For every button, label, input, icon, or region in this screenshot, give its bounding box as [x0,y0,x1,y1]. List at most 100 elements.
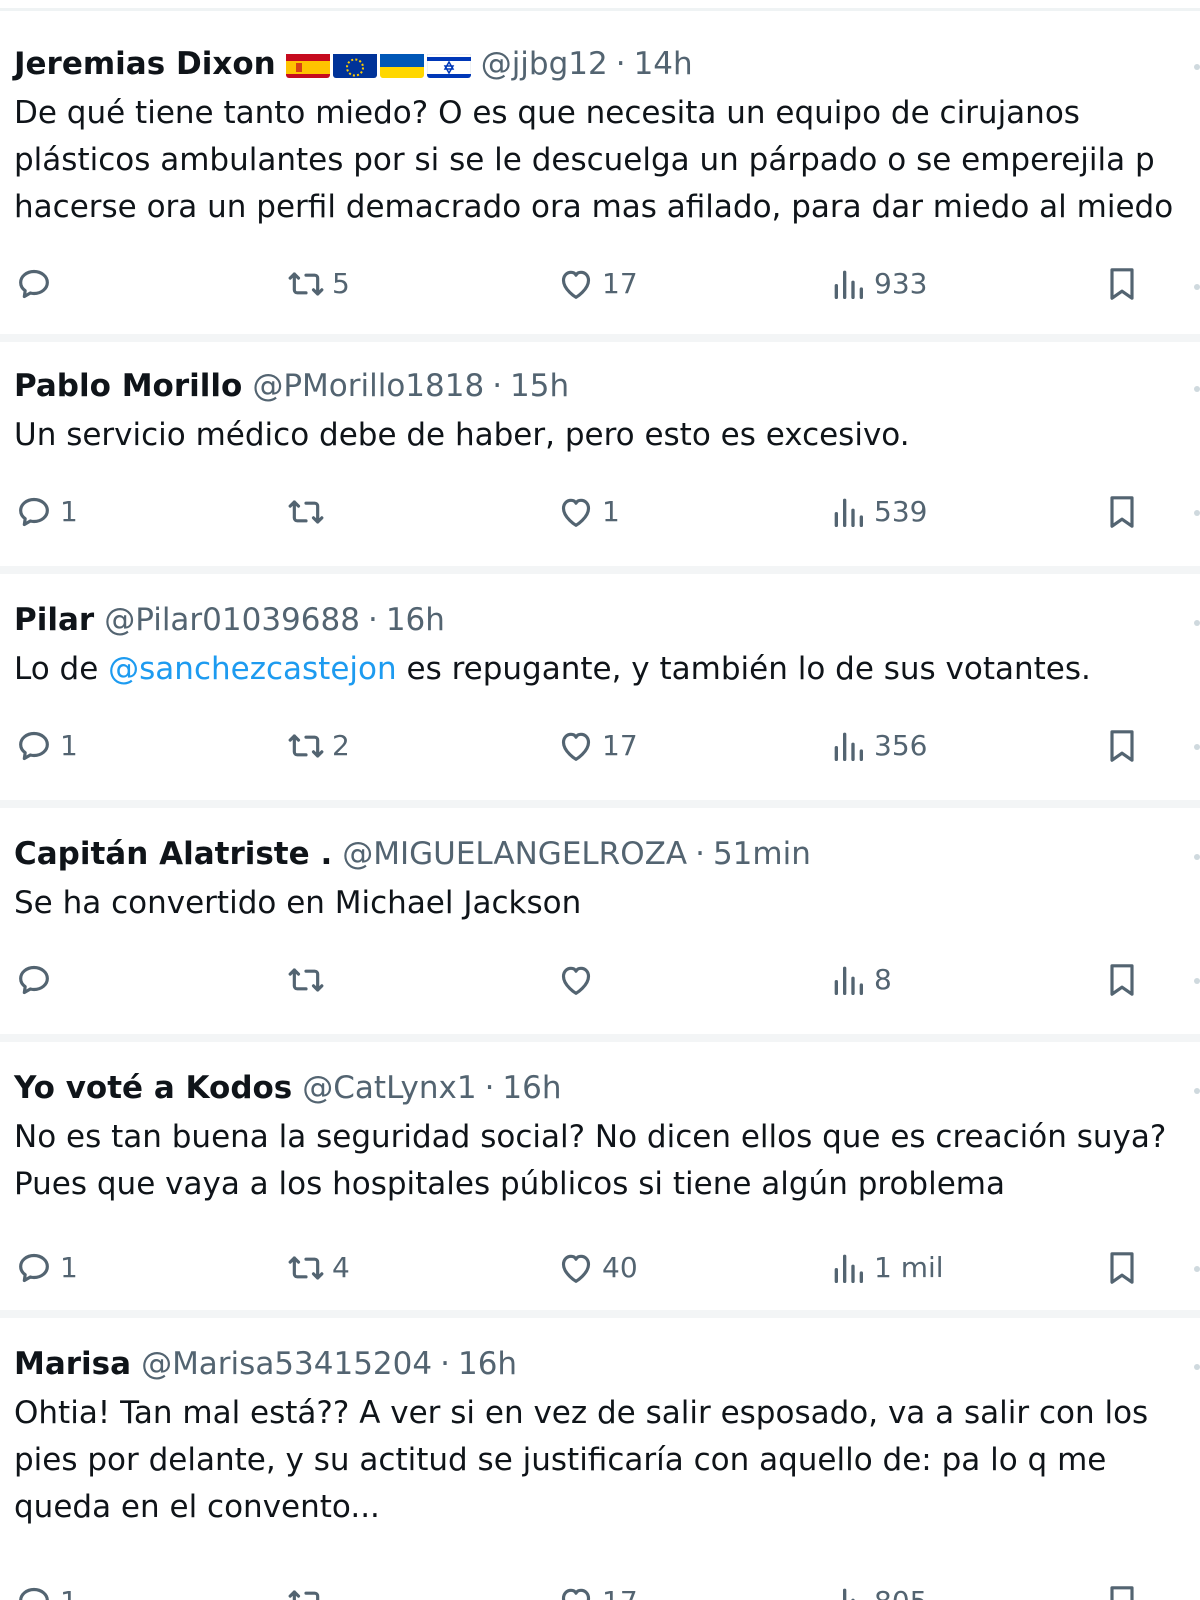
tweet-text-line: Pues que vaya a los hospitales públicos … [14,1166,1005,1202]
bookmark-icon [1110,730,1134,762]
retweet-icon [288,968,324,992]
retweet-button[interactable]: 4 [286,1244,350,1292]
more-indicator [1194,386,1200,392]
like-button[interactable]: 1 [556,488,620,536]
like-button[interactable]: 40 [556,1244,638,1292]
tweet-capitan-alatriste[interactable]: Capitán Alatriste . @MIGUELANGELROZA · 5… [0,834,1200,1030]
like-button[interactable]: 17 [556,722,638,770]
tweet-text-line: Lo de @sanchezcastejon es repugante, y t… [14,646,1200,693]
like-count: 40 [602,1251,638,1284]
tweet-pablo-morillo[interactable]: Pablo Morillo @PMorillo1818 · 15h Un ser… [0,366,1200,562]
tweet-divider [0,1310,1200,1318]
retweet-button[interactable]: 5 [286,260,350,308]
tweet-divider [0,1034,1200,1042]
heart-icon [561,732,591,761]
retweet-button[interactable]: 2 [286,722,350,770]
like-button[interactable]: 17 [556,1578,638,1600]
share-indicator [1194,744,1200,750]
author-name[interactable]: Jeremias Dixon [14,44,276,84]
heart-icon [561,270,591,299]
heart-icon [561,1254,591,1283]
author-handle[interactable]: @jjbg12 [481,44,608,84]
text-segment: Lo de [14,651,109,687]
views-count: 539 [874,495,928,528]
tweet-text: Un servicio médico debe de haber, pero e… [14,412,1200,459]
author-handle[interactable]: @Pilar01039688 [104,600,360,640]
views-icon [834,1254,863,1283]
tweet-actions: 1 1 539 [0,488,1200,536]
reply-icon [19,1253,49,1283]
retweet-button[interactable] [286,956,332,1004]
flag-emojis [285,51,471,78]
retweet-count: 2 [332,729,350,762]
tweet-jeremias-dixon[interactable]: Jeremias Dixon @jjbg12 · 14h De qué tien… [0,44,1200,334]
tweet-header: Pablo Morillo @PMorillo1818 · 15h [14,366,569,406]
retweet-button[interactable] [286,488,332,536]
author-name[interactable]: Marisa [14,1344,131,1384]
timestamp[interactable]: 16h [502,1068,561,1108]
bookmark-button[interactable] [1102,1244,1142,1292]
heart-icon [561,1588,591,1600]
bookmark-button[interactable] [1102,488,1142,536]
author-handle[interactable]: @Marisa53415204 [141,1344,432,1384]
retweet-button[interactable] [286,1578,332,1600]
tweet-actions: 1 2 17 356 [0,722,1200,770]
views-button[interactable]: 356 [828,722,927,770]
like-button[interactable] [556,956,602,1004]
views-count: 933 [874,267,928,300]
like-button[interactable]: 17 [556,260,638,308]
tweet-actions: 8 [0,956,1200,1004]
reply-count: 1 [60,1578,78,1600]
separator-dot: · [440,1346,450,1382]
tweet-text: Ohtia! Tan mal está?? A ver si en vez de… [14,1390,1200,1531]
author-name[interactable]: Pilar [14,600,94,640]
reply-button[interactable] [14,956,60,1004]
tweet-text: Se ha convertido en Michael Jackson [14,880,1200,927]
like-count: 17 [602,729,638,762]
reply-count: 1 [60,495,78,528]
views-button[interactable]: 539 [828,488,927,536]
text-segment: es repugante, y también lo de sus votant… [396,651,1091,687]
bookmark-button[interactable] [1102,956,1142,1004]
author-handle[interactable]: @MIGUELANGELROZA [342,834,687,874]
bookmark-button[interactable] [1102,722,1142,770]
like-count: 17 [602,267,638,300]
timestamp[interactable]: 14h [634,44,693,84]
reply-button[interactable]: 1 [14,722,78,770]
spain-flag-icon [285,51,330,78]
tweet-marisa[interactable]: Marisa @Marisa53415204 · 16h Ohtia! Tan … [0,1344,1200,1600]
reply-button[interactable]: 1 [14,1578,78,1600]
bookmark-button[interactable] [1102,1578,1142,1600]
views-icon [834,498,863,527]
reply-icon [19,731,49,761]
separator-dot: · [367,602,378,638]
reply-button[interactable]: 1 [14,1244,78,1292]
share-indicator [1194,284,1200,290]
tweet-pilar[interactable]: Pilar @Pilar01039688 · 16h Lo de @sanche… [0,600,1200,796]
bookmark-button[interactable] [1102,260,1142,308]
author-handle[interactable]: @CatLynx1 [302,1068,476,1108]
tweet-yo-vote-a-kodos[interactable]: Yo voté a Kodos @CatLynx1 · 16h No es ta… [0,1068,1200,1300]
tweet-text-line: Ohtia! Tan mal está?? A ver si en vez de… [14,1395,1149,1431]
reply-feed: Jeremias Dixon @jjbg12 · 14h De qué tien… [0,0,1200,1600]
tweet-text: Lo de @sanchezcastejon es repugante, y t… [14,646,1200,693]
author-name[interactable]: Yo voté a Kodos [14,1068,292,1108]
views-button[interactable]: 933 [828,260,927,308]
mention-link[interactable]: @sanchezcastejon [108,651,396,687]
retweet-icon [288,1590,320,1600]
timestamp[interactable]: 51min [713,834,811,874]
views-button[interactable]: 805 [828,1578,927,1600]
retweet-icon [288,500,324,524]
timestamp[interactable]: 16h [458,1344,517,1384]
views-button[interactable]: 1 mil [828,1244,944,1292]
reply-button[interactable]: 1 [14,488,78,536]
timestamp[interactable]: 16h [386,600,445,640]
views-button[interactable]: 8 [828,956,892,1004]
reply-button[interactable] [14,260,60,308]
author-name[interactable]: Capitán Alatriste . [14,834,332,874]
tweet-actions: 5 17 933 [0,260,1200,308]
author-name[interactable]: Pablo Morillo [14,366,242,406]
author-handle[interactable]: @PMorillo1818 [252,366,484,406]
more-indicator [1194,620,1200,626]
timestamp[interactable]: 15h [510,366,569,406]
